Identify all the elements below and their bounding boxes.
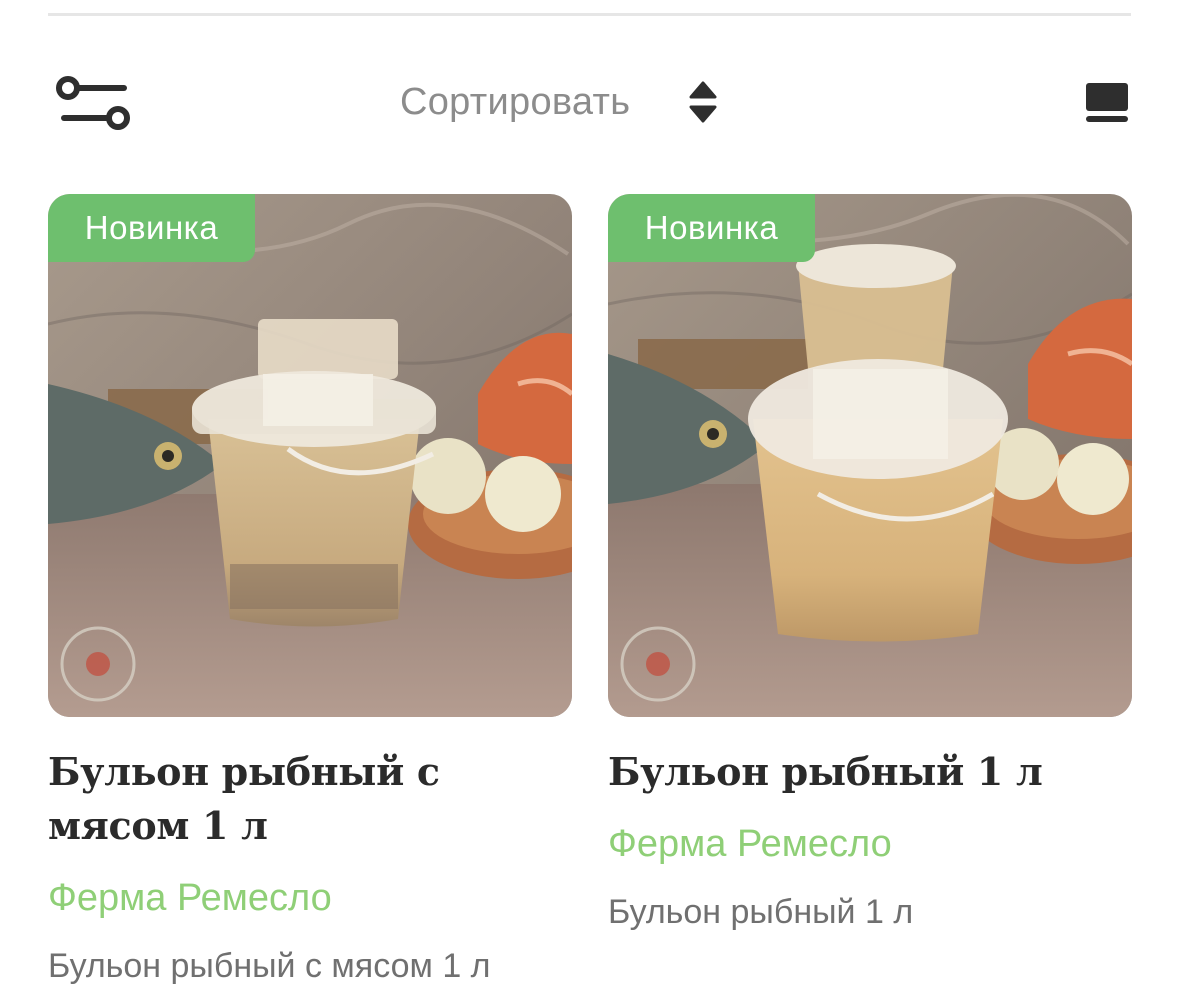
- product-title[interactable]: Бульон рыбный 1 л: [608, 745, 1132, 799]
- product-photo: [608, 194, 1132, 717]
- product-brand-link[interactable]: Ферма Ремесло: [608, 817, 1132, 871]
- product-description: Бульон рыбный с мясом 1 л: [48, 947, 491, 985]
- filter-sliders-icon: [56, 76, 130, 130]
- view-toggle-button[interactable]: [1082, 78, 1132, 128]
- sort-button[interactable]: Сортировать: [400, 76, 718, 128]
- catalog-toolbar: Сортировать: [0, 60, 1179, 150]
- product-photo: [48, 194, 572, 717]
- product-card[interactable]: Новинка Бульон рыбный с мясом 1 л Ферма …: [48, 194, 572, 991]
- product-image[interactable]: Новинка: [48, 194, 572, 717]
- top-divider: [48, 13, 1131, 16]
- product-card[interactable]: Новинка Бульон рыбный 1 л Ферма Ремесло …: [608, 194, 1132, 937]
- product-title[interactable]: Бульон рыбный с мясом 1 л: [48, 745, 572, 853]
- new-badge: Новинка: [608, 194, 815, 262]
- sort-label: Сортировать: [400, 80, 631, 123]
- product-description: Бульон рыбный 1 л: [608, 893, 914, 931]
- product-brand-link[interactable]: Ферма Ремесло: [48, 871, 572, 925]
- sort-up-down-icon: [689, 81, 717, 123]
- new-badge: Новинка: [48, 194, 255, 262]
- product-image[interactable]: Новинка: [608, 194, 1132, 717]
- filter-button[interactable]: [52, 72, 136, 136]
- view-toggle-icon: [1086, 83, 1128, 122]
